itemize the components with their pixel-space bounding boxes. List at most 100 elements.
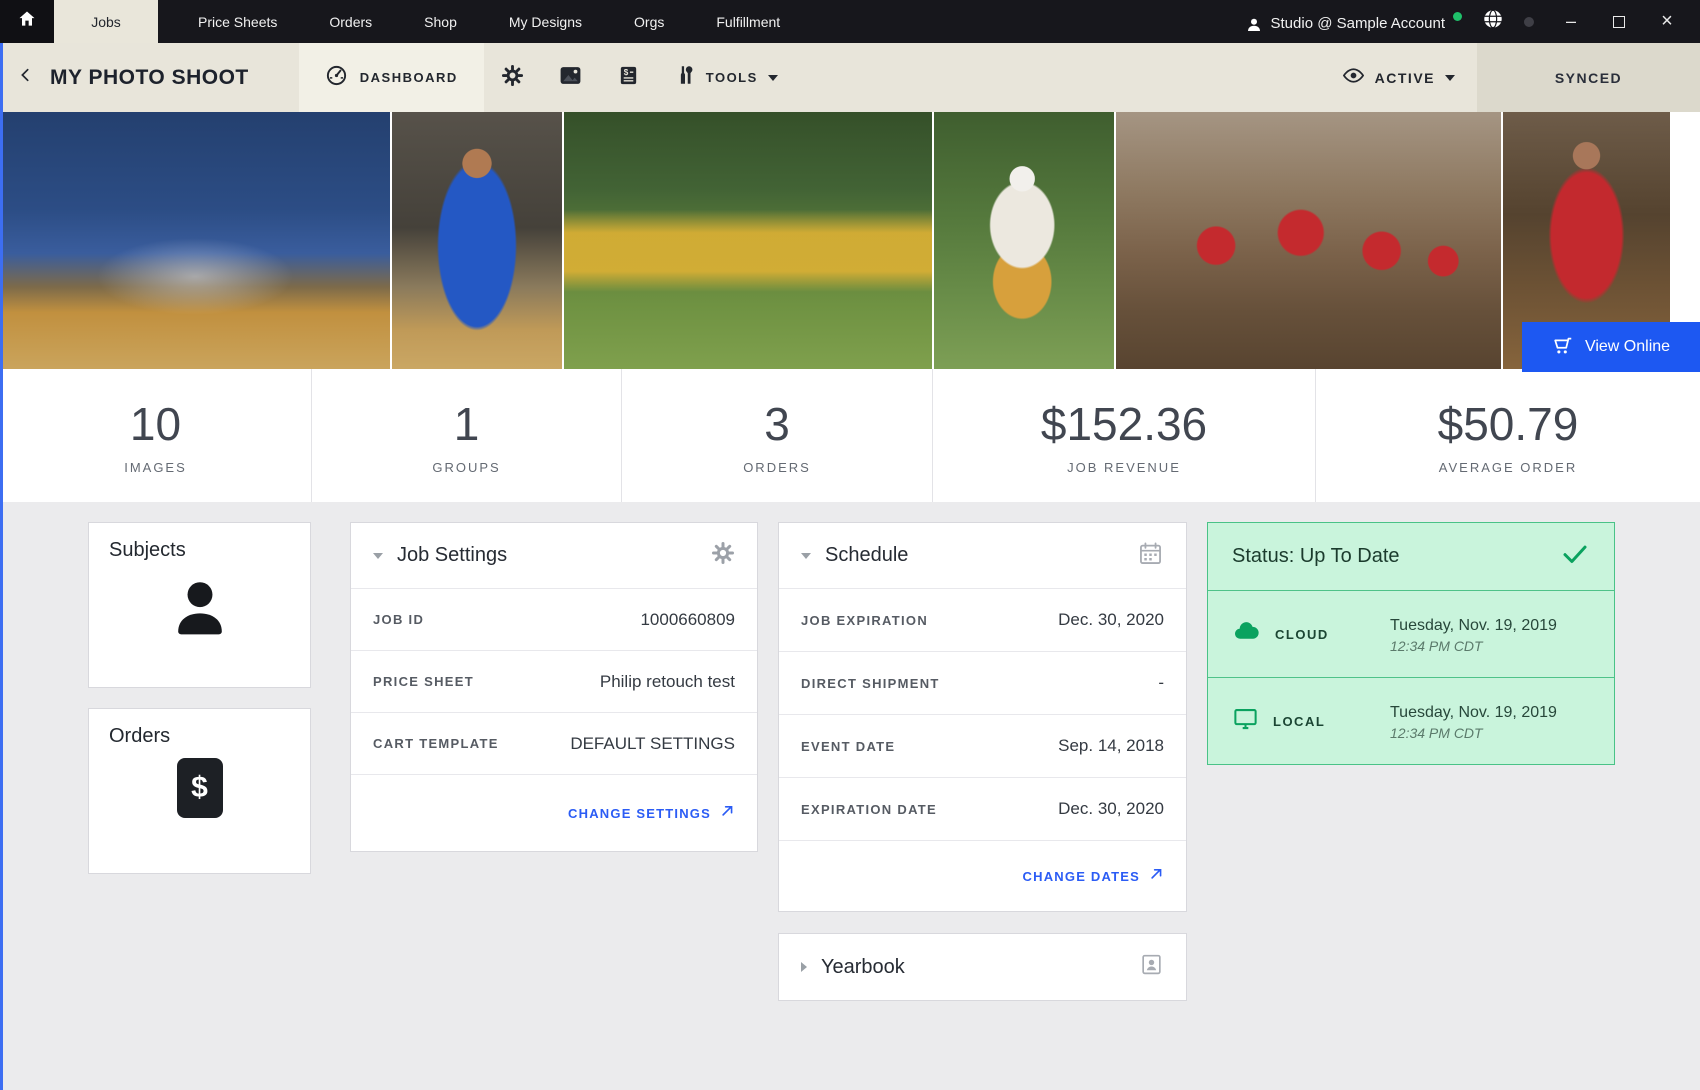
job-expiration-label: JOB EXPIRATION — [801, 613, 928, 628]
photo-thumbnail-cheer-squad[interactable] — [1116, 112, 1501, 369]
job-settings-title: Job Settings — [397, 544, 507, 567]
account-menu[interactable]: Studio @ Sample Account — [1245, 4, 1463, 39]
orders-card[interactable]: Orders $ — [88, 708, 311, 874]
job-settings-header[interactable]: Job Settings — [351, 523, 757, 588]
view-online-button[interactable]: View Online — [1522, 322, 1700, 372]
event-date-value: Sep. 14, 2018 — [1058, 736, 1164, 756]
titlebar: Jobs Price Sheets Orders Shop My Designs… — [0, 0, 1700, 43]
job-id-row: JOB ID 1000660809 — [351, 588, 757, 650]
nav-fulfillment[interactable]: Fulfillment — [716, 14, 780, 30]
home-icon — [17, 9, 37, 34]
stat-images-label: IMAGES — [124, 460, 187, 475]
orders-title: Orders — [109, 725, 290, 748]
tab-jobs-label: Jobs — [91, 14, 121, 30]
account-label: Studio @ Sample Account — [1271, 14, 1446, 34]
globe-icon — [1482, 8, 1504, 35]
stat-job-revenue: $152.36 JOB REVENUE — [932, 369, 1315, 502]
schedule-header[interactable]: Schedule — [779, 523, 1186, 588]
change-dates-link[interactable]: CHANGE DATES — [779, 840, 1186, 911]
yearbook-portrait-icon — [1139, 952, 1164, 982]
change-settings-label: CHANGE SETTINGS — [568, 806, 711, 821]
event-date-row: EVENT DATE Sep. 14, 2018 — [779, 714, 1186, 777]
maximize-button[interactable] — [1602, 0, 1636, 43]
visibility-dropdown[interactable]: ACTIVE — [1342, 43, 1455, 112]
stat-orders-label: ORDERS — [743, 460, 811, 475]
monitor-icon — [1232, 705, 1259, 737]
visibility-label: ACTIVE — [1375, 70, 1435, 86]
home-button[interactable] — [0, 0, 54, 43]
images-button[interactable] — [542, 43, 600, 112]
stat-job-revenue-label: JOB REVENUE — [1067, 460, 1181, 475]
main-nav: Price Sheets Orders Shop My Designs Orgs… — [198, 0, 780, 43]
tab-jobs[interactable]: Jobs — [54, 0, 158, 43]
job-toolbar: MY PHOTO SHOOT DASHBOARD $ TO — [0, 43, 1700, 112]
price-sheet-row: PRICE SHEET Philip retouch test — [351, 650, 757, 712]
photo-thumbnail-football-team[interactable] — [564, 112, 932, 369]
stat-images: 10 IMAGES — [0, 369, 311, 502]
external-arrow-icon — [720, 803, 735, 823]
tab-dashboard[interactable]: DASHBOARD — [299, 43, 484, 112]
image-icon — [558, 63, 583, 93]
expiration-date-value: Dec. 30, 2020 — [1058, 799, 1164, 819]
nav-orders[interactable]: Orders — [329, 14, 372, 30]
change-dates-label: CHANGE DATES — [1023, 869, 1140, 884]
local-sync-time: 12:34 PM CDT — [1390, 725, 1557, 741]
tools-menu[interactable]: TOOLS — [674, 43, 778, 112]
back-button[interactable] — [0, 43, 50, 112]
photo-thumbnail-volleyball-team[interactable] — [0, 112, 390, 369]
nav-shop[interactable]: Shop — [424, 14, 457, 30]
expiration-date-row: EXPIRATION DATE Dec. 30, 2020 — [779, 777, 1186, 840]
local-sync-row: LOCAL Tuesday, Nov. 19, 2019 12:34 PM CD… — [1208, 677, 1614, 764]
synced-button[interactable]: SYNCED — [1477, 43, 1700, 112]
job-settings-button[interactable] — [484, 43, 542, 112]
yearbook-card[interactable]: Yearbook — [778, 933, 1187, 1001]
subjects-title: Subjects — [109, 539, 290, 562]
tools-label: TOOLS — [706, 70, 758, 85]
expand-caret-icon — [801, 962, 807, 972]
job-id-value: 1000660809 — [640, 610, 735, 630]
photo-thumbnail-football-player[interactable] — [934, 112, 1114, 369]
yearbook-title: Yearbook — [821, 956, 905, 979]
job-expiration-value: Dec. 30, 2020 — [1058, 610, 1164, 630]
photo-thumbnail-volleyball-player[interactable] — [392, 112, 562, 369]
expiration-date-label: EXPIRATION DATE — [801, 802, 937, 817]
direct-shipment-value: - — [1158, 673, 1164, 693]
change-settings-link[interactable]: CHANGE SETTINGS — [351, 774, 757, 851]
stat-groups-value: 1 — [454, 401, 480, 447]
price-sheet-label: PRICE SHEET — [373, 674, 474, 689]
synced-label: SYNCED — [1555, 70, 1622, 86]
visibility-caret-icon — [1445, 75, 1455, 81]
app-window: Jobs Price Sheets Orders Shop My Designs… — [0, 0, 1700, 1090]
stats-bar: 10 IMAGES 1 GROUPS 3 ORDERS $152.36 JOB … — [0, 369, 1700, 502]
orders-dollar-icon: $ — [109, 758, 290, 818]
view-online-label: View Online — [1585, 338, 1670, 356]
collapse-caret-icon — [373, 553, 383, 559]
dashboard-label: DASHBOARD — [360, 70, 458, 85]
maximize-icon — [1613, 16, 1625, 28]
job-title: MY PHOTO SHOOT — [50, 43, 249, 112]
subjects-card[interactable]: Subjects — [88, 522, 311, 688]
collapse-caret-icon — [801, 553, 811, 559]
sync-status-header: Status: Up To Date — [1208, 523, 1614, 590]
calendar-icon[interactable] — [1137, 540, 1164, 572]
job-settings-gear-icon[interactable] — [711, 541, 735, 570]
stat-average-order: $50.79 AVERAGE ORDER — [1315, 369, 1700, 502]
cart-template-row: CART TEMPLATE DEFAULT SETTINGS — [351, 712, 757, 774]
stat-job-revenue-value: $152.36 — [1041, 401, 1207, 447]
close-button[interactable]: × — [1650, 0, 1684, 43]
cloud-sync-time: 12:34 PM CDT — [1390, 638, 1557, 654]
gear-icon — [501, 64, 524, 92]
nav-orgs[interactable]: Orgs — [634, 14, 664, 30]
cloud-sync-date: Tuesday, Nov. 19, 2019 — [1390, 614, 1557, 638]
local-sync-date: Tuesday, Nov. 19, 2019 — [1390, 701, 1557, 725]
price-sheet-button[interactable]: $ — [600, 43, 658, 112]
status-indicator-dot — [1524, 17, 1534, 27]
globe-button[interactable] — [1482, 8, 1504, 35]
nav-price-sheets[interactable]: Price Sheets — [198, 14, 277, 30]
back-chevron-icon — [18, 64, 33, 91]
sync-status-panel: Status: Up To Date CLOUD Tuesday, Nov. 1… — [1207, 522, 1615, 765]
stat-groups: 1 GROUPS — [311, 369, 621, 502]
nav-my-designs[interactable]: My Designs — [509, 14, 582, 30]
minimize-button[interactable]: – — [1554, 0, 1588, 43]
stat-average-order-value: $50.79 — [1438, 401, 1579, 447]
